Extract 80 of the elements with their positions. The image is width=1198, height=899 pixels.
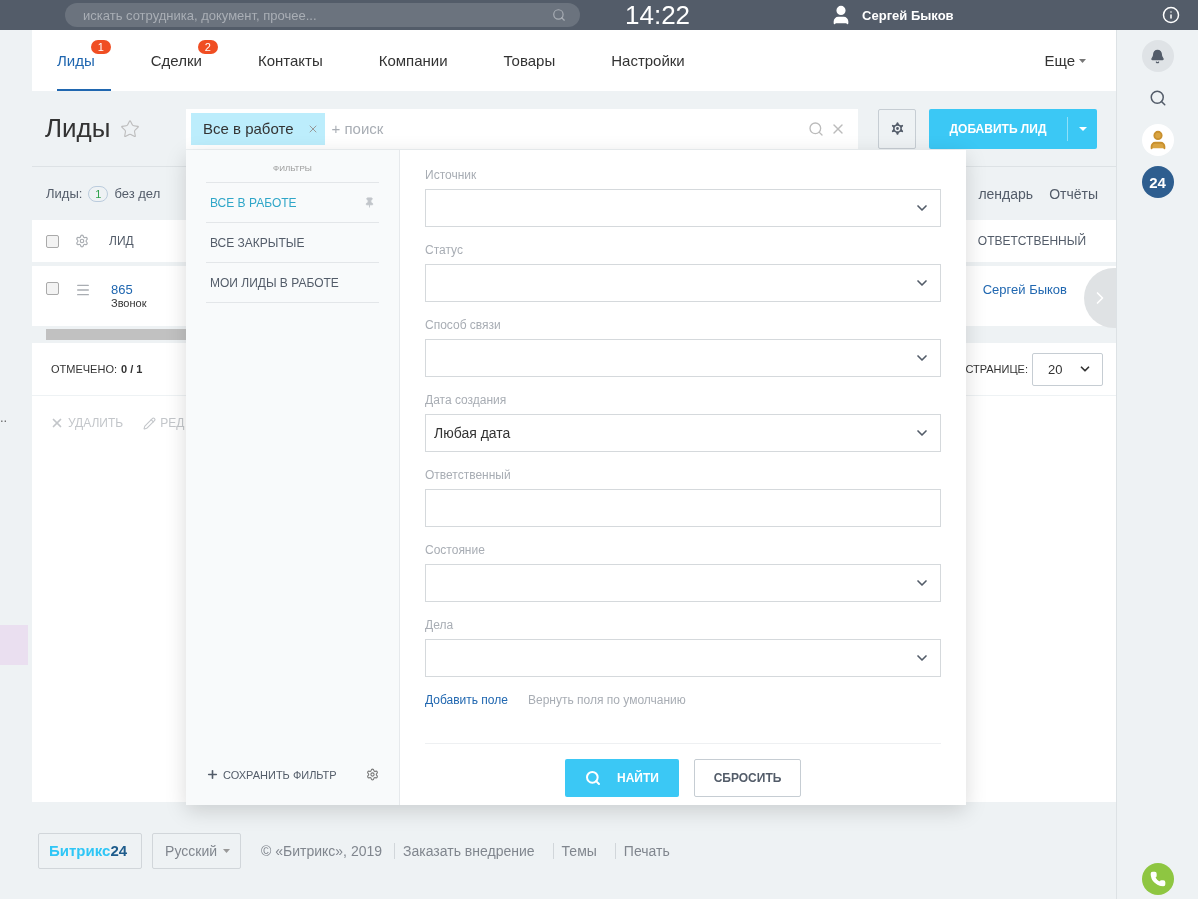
settings-icon	[888, 120, 906, 137]
logo[interactable]: Битрикс24	[38, 832, 143, 869]
select-all-checkbox[interactable]	[46, 234, 59, 248]
footer-link[interactable]: Печать	[614, 842, 678, 859]
select-field[interactable]	[425, 639, 941, 677]
app-badge[interactable]: 24	[1141, 166, 1174, 198]
search-icon	[1148, 89, 1167, 107]
nav-tab[interactable]: Настройки	[611, 30, 701, 91]
select-field[interactable]: Любая дата	[425, 414, 941, 452]
caret-icon	[1079, 58, 1086, 63]
select-field[interactable]	[425, 339, 941, 377]
select-field[interactable]	[425, 564, 941, 602]
search-icon	[585, 770, 602, 786]
filter-chip[interactable]: Все в работе	[191, 112, 326, 145]
phone-button[interactable]	[1141, 863, 1174, 895]
filter-preset[interactable]: ВСЕ ЗАКРЫТЫЕ	[206, 223, 379, 263]
view-link[interactable]: Отчёты	[1049, 185, 1098, 202]
count-badge: 2	[197, 40, 218, 54]
nav-tab[interactable]: Сделки 2	[150, 30, 218, 91]
avatar[interactable]	[1141, 124, 1174, 156]
notifications-button[interactable]	[1141, 40, 1174, 72]
field-label: Ответственный	[425, 468, 512, 482]
field-label: Статус	[425, 243, 464, 257]
counter-label: Лиды:	[46, 186, 83, 201]
phone-icon	[1149, 871, 1166, 887]
column-header[interactable]: ЛИД	[109, 234, 134, 248]
settings-button[interactable]	[878, 108, 916, 149]
plus-icon	[206, 768, 219, 781]
field-label: Состояние	[425, 543, 486, 557]
count-badge: 1	[90, 40, 111, 54]
pencil-icon	[143, 416, 157, 430]
field-label: Дата создания	[425, 393, 508, 407]
lead-subtitle: Звонок	[111, 297, 147, 309]
close-icon	[50, 416, 64, 430]
menu-icon[interactable]	[75, 282, 91, 298]
page-size-select[interactable]: 20	[1032, 352, 1103, 386]
nav-tab[interactable]: Товары	[503, 30, 572, 91]
add-field-link[interactable]: Добавить поле	[425, 693, 508, 707]
lead-link[interactable]: 865	[111, 282, 147, 297]
more-menu[interactable]: Еще	[1044, 30, 1086, 91]
save-filter-button[interactable]: СОХРАНИТЬ ФИЛЬТР	[206, 768, 337, 781]
filters-heading: ФИЛЬТРЫ	[206, 150, 379, 183]
counter-text: без дел	[114, 186, 161, 201]
page-size-label: СТРАНИЦЕ:	[965, 363, 1028, 375]
caret-icon	[223, 848, 231, 853]
search-icon[interactable]	[808, 120, 824, 137]
filter-preset[interactable]: МОИ ЛИДЫ В РАБОТЕ	[206, 263, 379, 303]
user-name[interactable]: Сергей Быков	[862, 7, 954, 23]
ellipsis-text: ..	[0, 410, 8, 425]
nav-tab[interactable]: Контакты	[257, 30, 339, 91]
caret-icon[interactable]	[1078, 126, 1087, 131]
settings-icon[interactable]	[75, 234, 89, 248]
selected-count: ОТМЕЧЕНО: 0 / 1	[51, 363, 143, 375]
language-select[interactable]: Русский	[152, 832, 242, 869]
star-icon[interactable]	[120, 118, 141, 139]
responsible-link[interactable]: Сергей Быков	[982, 282, 1067, 297]
view-link[interactable]: лендарь	[978, 185, 1034, 202]
settings-icon[interactable]	[366, 768, 379, 781]
field-label: Дела	[425, 618, 455, 632]
column-header[interactable]: ОТВЕТСТВЕННЫЙ	[977, 234, 1086, 248]
input-field[interactable]	[425, 489, 941, 527]
footer-link[interactable]: Заказать внедрение	[394, 842, 543, 859]
filter-search-field[interactable]: Все в работе + поиск	[186, 108, 858, 149]
nav-tab[interactable]: Лиды 1	[57, 30, 111, 91]
row-checkbox[interactable]	[46, 282, 59, 295]
field-label: Способ связи	[425, 318, 502, 332]
scroll-right-button[interactable]	[1084, 268, 1116, 328]
footer-link[interactable]: Темы	[552, 842, 605, 859]
select-field[interactable]	[425, 189, 941, 227]
page-title: Лиды	[45, 113, 111, 144]
pin-icon[interactable]	[364, 197, 375, 208]
field-label: Источник	[425, 168, 478, 182]
clock-time: 14:22	[625, 0, 691, 30]
nav-tab[interactable]: Компании	[378, 30, 464, 91]
select-field[interactable]	[425, 264, 941, 302]
info-icon[interactable]	[1162, 6, 1180, 24]
search-icon	[552, 8, 566, 22]
bell-icon	[1150, 48, 1165, 64]
copyright-text: © «Битрикс», 2019	[261, 842, 383, 859]
reset-button[interactable]: СБРОСИТЬ	[694, 759, 801, 797]
